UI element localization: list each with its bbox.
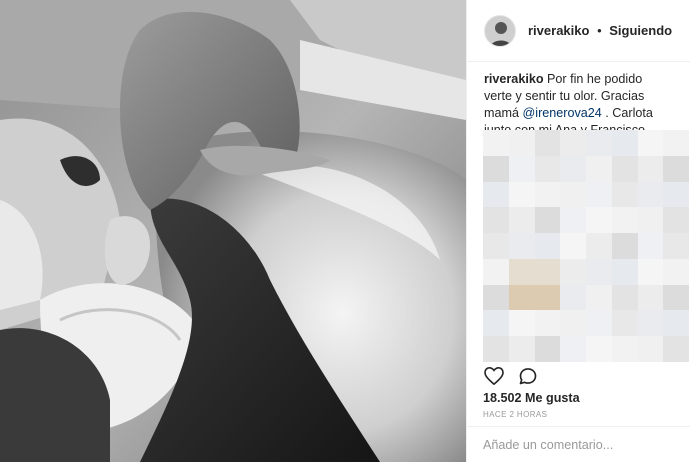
pixel-cell bbox=[663, 130, 689, 156]
pixel-cell bbox=[611, 130, 638, 156]
pixel-cell bbox=[637, 155, 664, 182]
pixel-cell bbox=[663, 155, 689, 182]
pixel-cell bbox=[611, 207, 638, 234]
pixel-cell bbox=[560, 207, 586, 234]
pixel-cell bbox=[534, 155, 561, 182]
pixel-cell bbox=[637, 233, 664, 259]
username-link[interactable]: riverakiko bbox=[528, 23, 589, 38]
pixel-cell bbox=[586, 284, 612, 311]
pixel-cell bbox=[586, 130, 612, 156]
pixel-cell bbox=[560, 181, 586, 208]
pixel-cell bbox=[534, 310, 561, 337]
pixel-cell bbox=[637, 207, 664, 234]
pixel-cell bbox=[483, 155, 509, 182]
pixel-cell bbox=[560, 284, 586, 311]
pixel-cell bbox=[508, 130, 535, 156]
post-photo[interactable] bbox=[0, 0, 466, 462]
pixel-cell bbox=[663, 181, 689, 208]
pixel-cell bbox=[508, 336, 535, 362]
pixel-cell bbox=[611, 284, 638, 311]
pixel-cell bbox=[534, 207, 561, 234]
comment-bubble-icon[interactable] bbox=[517, 365, 539, 387]
pixel-cell bbox=[508, 233, 535, 259]
pixel-cell bbox=[586, 258, 612, 285]
pixel-cell bbox=[586, 233, 612, 259]
pixel-cell bbox=[534, 130, 561, 156]
pixel-cell bbox=[483, 284, 509, 311]
caption-username-link[interactable]: riverakiko bbox=[484, 72, 544, 86]
pixel-cell bbox=[483, 258, 509, 285]
comment-bar bbox=[466, 426, 690, 462]
pixel-cell bbox=[663, 233, 689, 259]
pixel-cell bbox=[663, 258, 689, 285]
action-bar bbox=[483, 365, 551, 387]
pixel-cell bbox=[534, 181, 561, 208]
post-header: riverakiko • Siguiendo bbox=[467, 0, 690, 62]
pixel-cell bbox=[663, 207, 689, 234]
pixel-cell bbox=[483, 207, 509, 234]
pixel-cell bbox=[483, 181, 509, 208]
pixel-cell bbox=[663, 336, 689, 362]
pixel-cell bbox=[586, 155, 612, 182]
pixel-cell bbox=[508, 181, 535, 208]
follow-status-button[interactable]: Siguiendo bbox=[609, 23, 672, 38]
pixel-cell bbox=[508, 310, 535, 337]
pixel-cell bbox=[637, 336, 664, 362]
pixel-cell bbox=[534, 258, 561, 285]
pixel-cell bbox=[560, 258, 586, 285]
pixel-cell bbox=[508, 284, 535, 311]
pixel-cell bbox=[560, 233, 586, 259]
pixel-cell bbox=[560, 336, 586, 362]
heart-icon[interactable] bbox=[483, 365, 505, 387]
pixel-cell bbox=[534, 336, 561, 362]
pixel-cell bbox=[534, 284, 561, 311]
pixel-cell bbox=[586, 310, 612, 337]
pixel-cell bbox=[483, 130, 509, 156]
pixel-cell bbox=[483, 336, 509, 362]
pixel-cell bbox=[508, 207, 535, 234]
pixel-cell bbox=[586, 181, 612, 208]
pixelated-comments-area bbox=[483, 130, 689, 362]
pixel-cell bbox=[483, 310, 509, 337]
pixel-cell bbox=[611, 181, 638, 208]
pixel-cell bbox=[663, 310, 689, 337]
pixel-cell bbox=[483, 233, 509, 259]
pixel-cell bbox=[611, 310, 638, 337]
post-timestamp[interactable]: HACE 2 HORAS bbox=[483, 410, 547, 419]
pixel-cell bbox=[586, 207, 612, 234]
pixel-cell bbox=[586, 336, 612, 362]
pixel-cell bbox=[611, 233, 638, 259]
pixel-cell bbox=[663, 284, 689, 311]
pixel-cell bbox=[637, 258, 664, 285]
pixel-cell bbox=[637, 181, 664, 208]
pixel-cell bbox=[637, 310, 664, 337]
pixel-cell bbox=[637, 130, 664, 156]
pixel-cell bbox=[611, 155, 638, 182]
likes-count[interactable]: 18.502 Me gusta bbox=[483, 391, 580, 405]
header-text: riverakiko • Siguiendo bbox=[528, 23, 672, 38]
pixel-cell bbox=[611, 258, 638, 285]
caption-mention-link[interactable]: @irenerova24 bbox=[523, 106, 602, 120]
comment-input[interactable] bbox=[483, 437, 673, 452]
avatar[interactable] bbox=[484, 14, 516, 47]
separator-dot: • bbox=[597, 23, 602, 38]
pixel-cell bbox=[560, 130, 586, 156]
pixel-cell bbox=[560, 310, 586, 337]
pixel-cell bbox=[508, 258, 535, 285]
pixel-cell bbox=[611, 336, 638, 362]
pixel-cell bbox=[508, 155, 535, 182]
pixel-cell bbox=[560, 155, 586, 182]
pixel-cell bbox=[534, 233, 561, 259]
pixel-cell bbox=[637, 284, 664, 311]
